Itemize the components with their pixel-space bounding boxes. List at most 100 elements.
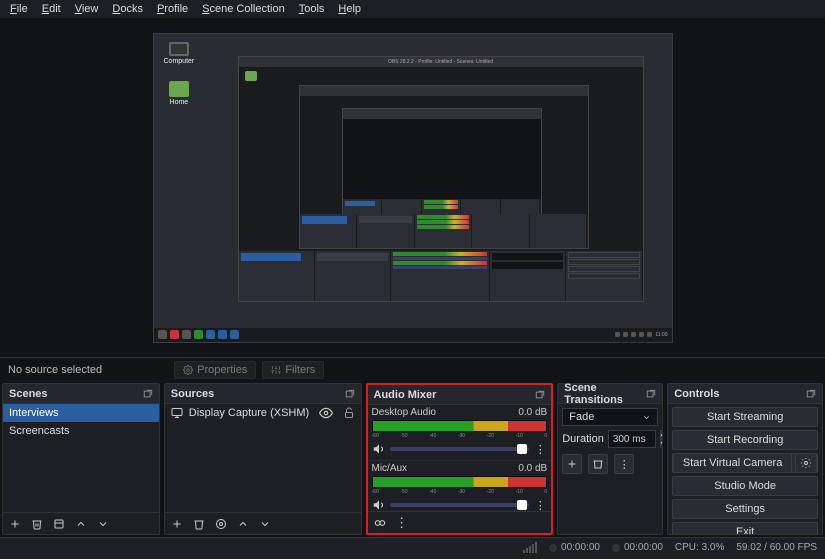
speaker-icon [372, 498, 386, 511]
rec-indicator-icon [612, 544, 620, 552]
desktop-icon-home: Home [164, 81, 195, 106]
scenes-title: Scenes [9, 388, 48, 400]
audio-meter [372, 476, 548, 488]
start-recording-button[interactable]: Start Recording [672, 430, 818, 450]
scene-up-button[interactable] [73, 516, 89, 532]
source-add-button[interactable] [169, 516, 185, 532]
channel-menu[interactable]: ⋮ [533, 499, 547, 512]
desktop-icon-computer: Computer [164, 42, 195, 65]
chevron-down-icon [259, 518, 271, 530]
duration-input[interactable] [608, 430, 656, 448]
trash-icon [31, 518, 43, 530]
channel-name: Desktop Audio [372, 407, 437, 418]
rec-time: 00:00:00 [624, 542, 663, 553]
nested-window: OBS 28.2.2 - Profile: Untitled - Scenes:… [238, 56, 644, 302]
audio-mixer-title: Audio Mixer [374, 389, 437, 401]
plus-icon [566, 458, 578, 470]
preview-canvas: Computer Home OBS 28.2.2 - Profile: Unti… [153, 33, 673, 343]
scenes-dock: Scenes Interviews Screencasts [2, 383, 160, 535]
channel-name: Mic/Aux [372, 463, 408, 474]
popout-icon[interactable] [345, 389, 355, 399]
popout-icon[interactable] [806, 389, 816, 399]
live-time: 00:00:00 [561, 542, 600, 553]
monitor-icon [171, 407, 183, 419]
no-source-label: No source selected [8, 364, 102, 376]
transition-remove-button[interactable] [588, 454, 608, 474]
filter-icon [53, 518, 65, 530]
menu-docks[interactable]: Docks [106, 2, 149, 16]
volume-slider[interactable] [390, 503, 530, 507]
mute-toggle[interactable] [372, 498, 386, 511]
preview-area[interactable]: Computer Home OBS 28.2.2 - Profile: Unti… [0, 18, 825, 357]
network-icon [523, 543, 537, 553]
menu-bar: FFileile Edit View Docks Profile Scene C… [0, 0, 825, 18]
source-properties-button[interactable] [213, 516, 229, 532]
virtual-camera-settings-button[interactable] [795, 453, 817, 473]
source-item-display-capture[interactable]: Display Capture (XSHM) [165, 404, 361, 422]
live-indicator-icon [549, 544, 557, 552]
menu-help[interactable]: Help [332, 2, 367, 16]
menu-tools[interactable]: Tools [293, 2, 331, 16]
transitions-dock: Scene Transitions Fade Duration ▴▾ ⋮ [557, 383, 663, 535]
chevron-down-icon [97, 518, 109, 530]
source-remove-button[interactable] [191, 516, 207, 532]
visibility-toggle[interactable] [319, 406, 333, 420]
start-virtual-camera-button[interactable]: Start Virtual Camera [673, 453, 792, 473]
gear-icon [215, 518, 227, 530]
controls-dock: Controls Start Streaming Start Recording… [667, 383, 823, 535]
chevron-up-icon [75, 518, 87, 530]
scene-item-interviews[interactable]: Interviews [3, 404, 159, 422]
settings-button[interactable]: Settings [672, 499, 818, 519]
duration-step-up[interactable]: ▴ [660, 430, 662, 439]
audio-channel-desktop: Desktop Audio0.0 dB -60-50-40-30-20-100 … [368, 405, 552, 461]
fps: 59.02 / 60.00 FPS [736, 542, 817, 553]
trash-icon [592, 458, 604, 470]
popout-icon[interactable] [143, 389, 153, 399]
sources-dock: Sources Display Capture (XSHM) [164, 383, 362, 535]
chevron-down-icon [642, 413, 651, 422]
audio-advanced-button[interactable] [372, 515, 388, 531]
channel-menu[interactable]: ⋮ [533, 443, 547, 456]
plus-icon [171, 518, 183, 530]
studio-mode-button[interactable]: Studio Mode [672, 476, 818, 496]
scene-item-screencasts[interactable]: Screencasts [3, 422, 159, 440]
transition-select[interactable]: Fade [562, 408, 658, 426]
transition-properties-button[interactable]: ⋮ [614, 454, 634, 474]
transition-add-button[interactable] [562, 454, 582, 474]
scene-add-button[interactable] [7, 516, 23, 532]
popout-icon[interactable] [646, 389, 656, 399]
audio-meter [372, 420, 548, 432]
channel-db: 0.0 dB [518, 463, 547, 474]
sliders-icon [271, 365, 281, 375]
properties-button[interactable]: Properties [174, 361, 256, 379]
lock-toggle[interactable] [343, 407, 355, 419]
nested-taskbar: 11:00 [154, 328, 672, 342]
exit-button[interactable]: Exit [672, 522, 818, 534]
source-up-button[interactable] [235, 516, 251, 532]
menu-file[interactable]: FFileile [4, 2, 34, 16]
channel-db: 0.0 dB [518, 407, 547, 418]
cpu-usage: CPU: 3.0% [675, 542, 724, 553]
menu-view[interactable]: View [69, 2, 105, 16]
scene-down-button[interactable] [95, 516, 111, 532]
popout-icon[interactable] [535, 390, 545, 400]
sources-title: Sources [171, 388, 214, 400]
audio-mixer-dock: Audio Mixer Desktop Audio 0.0 dB -60-50-4… [366, 383, 554, 535]
scene-filter-button[interactable] [51, 516, 67, 532]
volume-slider[interactable] [390, 447, 530, 451]
filters-button[interactable]: Filters [262, 361, 324, 379]
menu-scene-collection[interactable]: Scene Collection [196, 2, 291, 16]
source-down-button[interactable] [257, 516, 273, 532]
status-bar: 00:00:00 00:00:00 CPU: 3.0% 59.02 / 60.0… [0, 537, 825, 557]
gear-link-icon [373, 516, 387, 530]
menu-edit[interactable]: Edit [36, 2, 67, 16]
mute-toggle[interactable] [372, 442, 386, 456]
audio-menu-button[interactable]: ⋮ [394, 515, 410, 531]
start-streaming-button[interactable]: Start Streaming [672, 407, 818, 427]
scene-remove-button[interactable] [29, 516, 45, 532]
source-toolbar: No source selected Properties Filters [0, 357, 825, 381]
menu-profile[interactable]: Profile [151, 2, 194, 16]
duration-step-down[interactable]: ▾ [660, 439, 662, 448]
meter-ticks: -60-50-40-30-20-100 [372, 489, 548, 495]
eye-icon [319, 406, 333, 420]
